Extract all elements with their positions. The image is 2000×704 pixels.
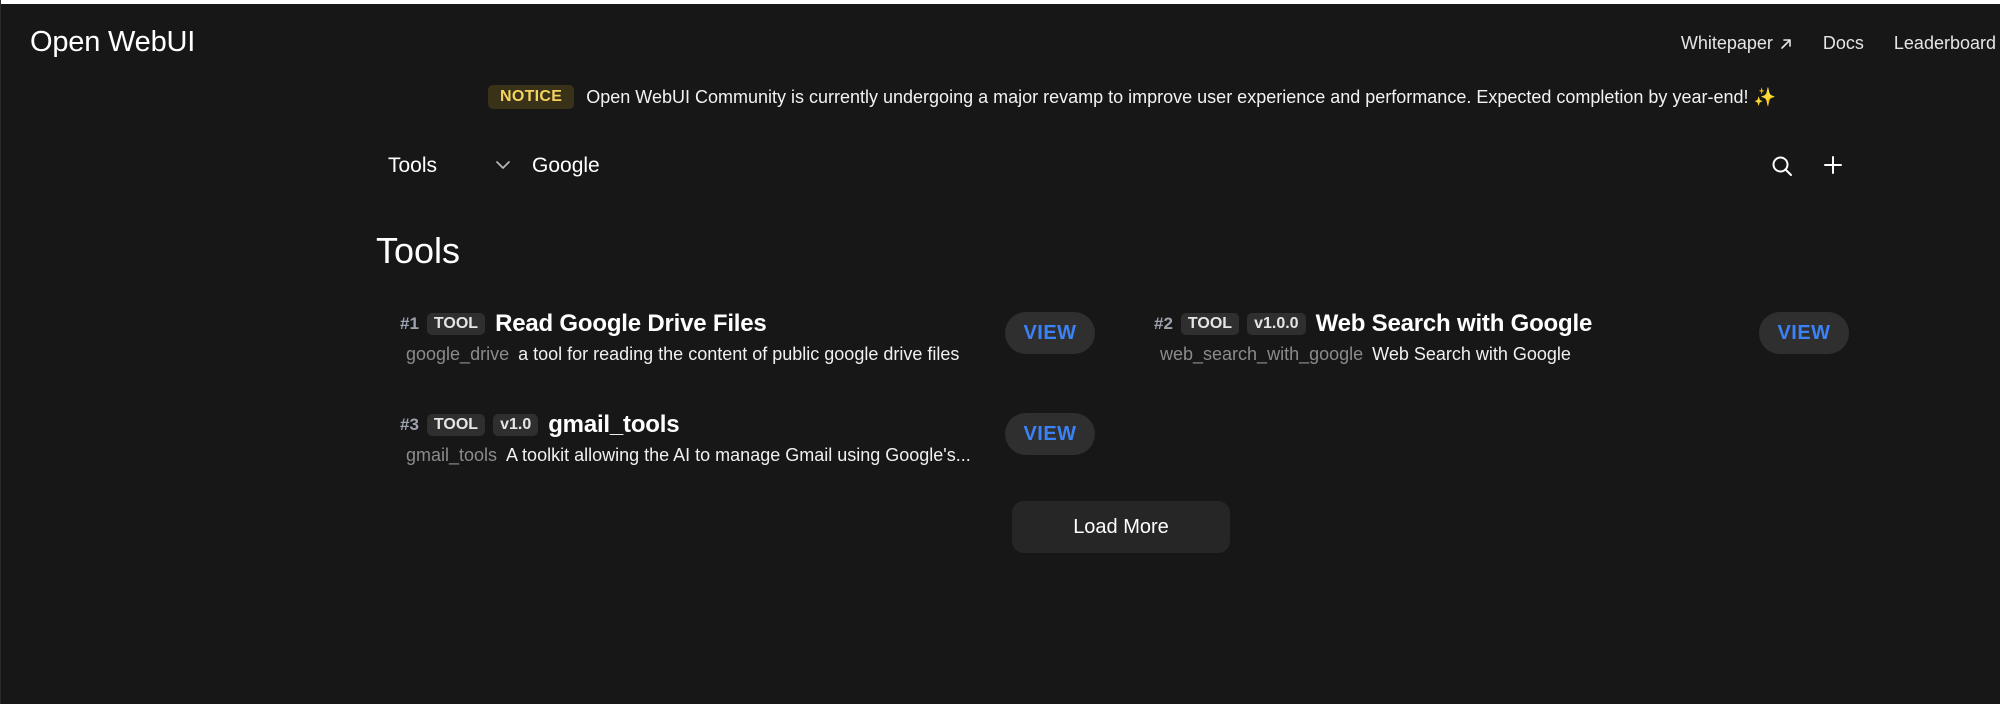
tool-name[interactable]: Read Google Drive Files bbox=[495, 310, 767, 338]
tool-card-header: #1 TOOL Read Google Drive Files bbox=[400, 310, 767, 338]
tool-type-tag: TOOL bbox=[426, 414, 486, 436]
top-border bbox=[0, 0, 2000, 4]
add-icon[interactable] bbox=[1822, 154, 1844, 181]
tool-card-sub: gmail_tools A toolkit allowing the AI to… bbox=[406, 445, 971, 466]
left-border bbox=[0, 0, 1, 704]
view-button[interactable]: VIEW bbox=[1005, 312, 1095, 354]
nav-leaderboard-label: Leaderboard bbox=[1893, 33, 1996, 53]
tool-id: gmail_tools bbox=[406, 445, 498, 465]
filter-bar: Tools bbox=[376, 144, 1850, 188]
page: Open WebUI Whitepaper Docs Leaderboard N… bbox=[0, 4, 2000, 704]
tool-card-header: #2 TOOL v1.0.0 Web Search with Google bbox=[1154, 310, 1592, 338]
tool-card-sub: web_search_with_google Web Search with G… bbox=[1160, 344, 1571, 365]
notice-badge: NOTICE bbox=[488, 85, 575, 109]
tool-rank: #1 bbox=[400, 314, 419, 333]
nav-docs-label: Docs bbox=[1822, 33, 1864, 53]
view-button[interactable]: VIEW bbox=[1005, 413, 1095, 455]
chevron-down-icon[interactable] bbox=[494, 156, 512, 179]
tool-description: Web Search with Google bbox=[1372, 344, 1571, 364]
load-more-button[interactable]: Load More bbox=[1012, 501, 1230, 553]
type-select[interactable]: Tools bbox=[388, 154, 437, 178]
search-icon[interactable] bbox=[1770, 154, 1794, 183]
tool-version-tag: v1.0.0 bbox=[1247, 313, 1306, 335]
tool-name[interactable]: Web Search with Google bbox=[1316, 310, 1593, 338]
notice-banner: NOTICE Open WebUI Community is currently… bbox=[488, 85, 1776, 109]
brand-logo[interactable]: Open WebUI bbox=[30, 26, 195, 59]
tool-name[interactable]: gmail_tools bbox=[548, 411, 679, 439]
tool-card[interactable]: #2 TOOL v1.0.0 Web Search with Google we… bbox=[1130, 306, 1850, 376]
nav-whitepaper[interactable]: Whitepaper bbox=[1681, 33, 1793, 54]
section-title: Tools bbox=[376, 230, 461, 271]
tool-rank: #2 bbox=[1154, 314, 1173, 333]
tool-type-tag: TOOL bbox=[426, 313, 486, 335]
search-input[interactable] bbox=[530, 148, 1614, 184]
tool-card-header: #3 TOOL v1.0 gmail_tools bbox=[400, 411, 680, 439]
tool-id: google_drive bbox=[406, 344, 510, 364]
nav-whitepaper-label: Whitepaper bbox=[1680, 33, 1773, 53]
view-button[interactable]: VIEW bbox=[1759, 312, 1849, 354]
tool-card-sub: google_drive a tool for reading the cont… bbox=[406, 344, 959, 365]
external-arrow-icon bbox=[1779, 37, 1793, 51]
tool-version-tag: v1.0 bbox=[493, 414, 539, 436]
tool-card[interactable]: #1 TOOL Read Google Drive Files google_d… bbox=[376, 306, 1096, 376]
tool-type-tag: TOOL bbox=[1180, 313, 1240, 335]
notice-text: Open WebUI Community is currently underg… bbox=[586, 86, 1776, 107]
nav-docs[interactable]: Docs bbox=[1823, 33, 1864, 54]
nav-leaderboard[interactable]: Leaderboard bbox=[1894, 33, 1996, 54]
tool-id: web_search_with_google bbox=[1160, 344, 1364, 364]
tool-description: a tool for reading the content of public… bbox=[518, 344, 960, 364]
tool-card[interactable]: #3 TOOL v1.0 gmail_tools gmail_tools A t… bbox=[376, 407, 1096, 477]
top-nav: Whitepaper Docs Leaderboard bbox=[1681, 33, 1996, 54]
tool-rank: #3 bbox=[400, 415, 419, 434]
tool-description: A toolkit allowing the AI to manage Gmai… bbox=[506, 445, 971, 465]
